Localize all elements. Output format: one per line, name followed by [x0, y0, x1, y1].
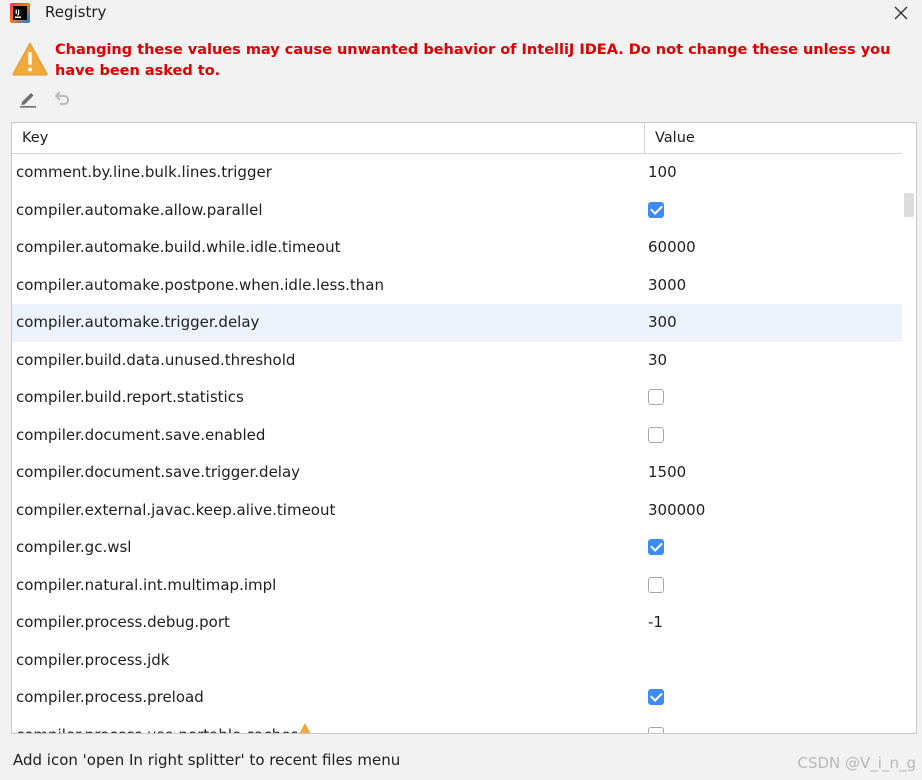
revert-button[interactable]: [50, 86, 74, 110]
table-header: Key Value: [12, 123, 902, 154]
table-row[interactable]: compiler.automake.postpone.when.idle.les…: [12, 267, 902, 305]
table-row[interactable]: compiler.process.preload: [12, 679, 902, 717]
close-button[interactable]: [890, 2, 912, 24]
row-value[interactable]: 60000: [648, 229, 696, 267]
row-value[interactable]: 1500: [648, 454, 686, 492]
row-value[interactable]: 3000: [648, 267, 686, 305]
row-key: comment.by.line.bulk.lines.trigger: [16, 163, 272, 181]
row-value-checkbox[interactable]: [648, 539, 664, 555]
row-value-checkbox[interactable]: [648, 726, 664, 733]
scrollbar-thumb[interactable]: [904, 193, 914, 217]
row-key: compiler.process.debug.port: [16, 613, 230, 631]
row-key: compiler.document.save.trigger.delay: [16, 463, 301, 481]
table-row[interactable]: compiler.document.save.trigger.delay 1500: [12, 454, 902, 492]
row-value[interactable]: 30: [648, 342, 667, 380]
key-description: Add icon 'open In right splitter' to rec…: [13, 751, 401, 769]
table-row[interactable]: compiler.natural.int.multimap.impl: [12, 567, 902, 605]
warning-icon: [12, 41, 48, 76]
row-value-checkbox[interactable]: [648, 426, 664, 443]
table-row[interactable]: compiler.gc.wsl: [12, 529, 902, 567]
row-key: compiler.document.save.enabled: [16, 425, 266, 444]
table-row[interactable]: compiler.build.report.statistics: [12, 379, 902, 417]
row-key: compiler.gc.wsl: [16, 538, 132, 556]
row-key: compiler.automake.build.while.idle.timeo…: [16, 238, 341, 256]
table-row[interactable]: compiler.document.save.enabled: [12, 417, 902, 455]
row-key: compiler.natural.int.multimap.impl: [16, 575, 277, 594]
undo-icon: [54, 91, 69, 105]
registry-table: Key Value comment.by.line.bulk.lines.tri…: [11, 122, 917, 734]
row-key: compiler.process.preload: [16, 688, 204, 706]
row-value-checkbox[interactable]: [648, 576, 664, 593]
row-key: compiler.external.javac.keep.alive.timeo…: [16, 500, 336, 519]
table-row[interactable]: compiler.process.jdk: [12, 642, 902, 680]
pencil-icon: [20, 93, 36, 108]
title-bar: IJ Registry: [0, 0, 922, 26]
row-key: compiler.process.use.portable.caches: [16, 717, 298, 734]
table-row[interactable]: compiler.automake.build.while.idle.timeo…: [12, 229, 902, 267]
row-value[interactable]: 300000: [648, 492, 705, 530]
close-icon: [894, 6, 908, 20]
column-divider[interactable]: [644, 123, 645, 153]
row-key: compiler.build.data.unused.threshold: [16, 350, 296, 369]
edit-button[interactable]: [16, 86, 40, 110]
row-key: compiler.automake.allow.parallel: [16, 200, 263, 219]
row-value-checkbox[interactable]: [648, 389, 664, 405]
column-header-key[interactable]: Key: [22, 123, 48, 153]
row-key: compiler.build.report.statistics: [16, 388, 244, 406]
table-row[interactable]: compiler.process.use.portable.caches: [12, 717, 902, 734]
row-key: compiler.process.jdk: [16, 650, 170, 669]
row-value-checkbox[interactable]: [648, 201, 664, 218]
table-row[interactable]: compiler.process.debug.port -1: [12, 604, 902, 642]
watermark: CSDN @V_i_n_g: [797, 754, 917, 772]
table-row[interactable]: compiler.automake.allow.parallel: [12, 192, 902, 230]
table-row[interactable]: comment.by.line.bulk.lines.trigger 100: [12, 154, 902, 192]
row-key: compiler.automake.postpone.when.idle.les…: [16, 275, 384, 294]
row-warning-icon: [298, 721, 312, 733]
row-value[interactable]: 300: [648, 304, 677, 342]
window-title: Registry: [45, 3, 107, 21]
row-key: compiler.automake.trigger.delay: [16, 313, 260, 331]
table-row[interactable]: compiler.external.javac.keep.alive.timeo…: [12, 492, 902, 530]
row-value[interactable]: -1: [648, 604, 663, 642]
column-header-value[interactable]: Value: [655, 123, 695, 153]
vertical-scrollbar[interactable]: [902, 123, 916, 733]
row-value[interactable]: 100: [648, 154, 677, 192]
table-row[interactable]: compiler.build.data.unused.threshold 30: [12, 342, 902, 380]
intellij-app-icon: IJ: [10, 3, 30, 23]
row-value-checkbox[interactable]: [648, 689, 664, 705]
table-row[interactable]: compiler.automake.trigger.delay 300: [12, 304, 902, 342]
svg-text:IJ: IJ: [15, 8, 20, 16]
warning-message: Changing these values may cause unwanted…: [55, 42, 891, 79]
